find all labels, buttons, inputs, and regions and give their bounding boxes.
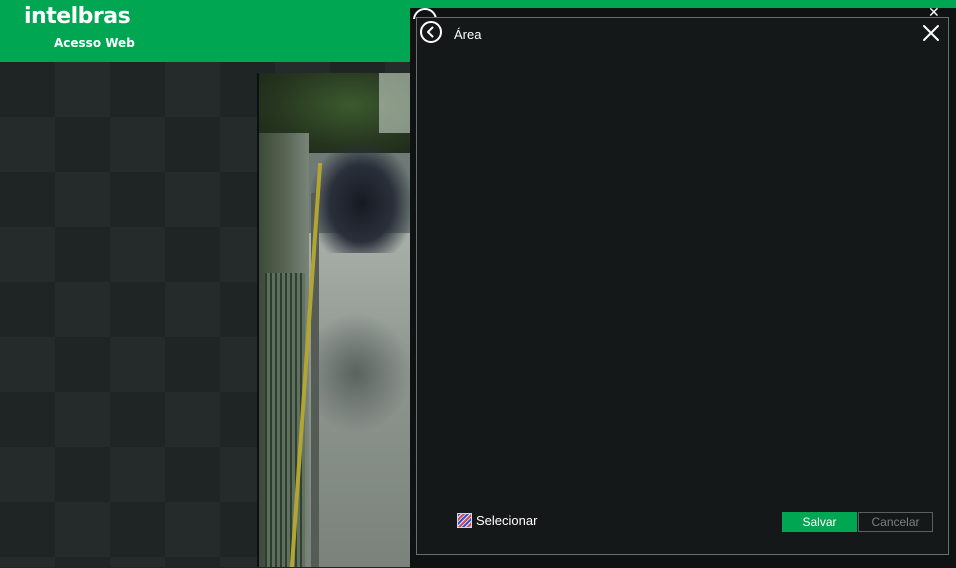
area-select-icon bbox=[457, 512, 472, 528]
cancel-button[interactable]: Cancelar bbox=[858, 512, 933, 532]
camera-fence bbox=[265, 273, 305, 567]
brand-subtitle: Acesso Web bbox=[54, 36, 135, 50]
save-button[interactable]: Salvar bbox=[782, 512, 857, 532]
area-dialog: Área Selecionar Salvar Cancelar bbox=[416, 17, 949, 555]
brand-logo: intelbras bbox=[24, 4, 131, 29]
chevron-left-circle-icon[interactable] bbox=[420, 21, 442, 43]
close-icon[interactable] bbox=[922, 24, 940, 42]
select-area-option[interactable]: Selecionar bbox=[457, 511, 537, 529]
camera-motorcycles bbox=[311, 143, 412, 253]
camera-feed bbox=[257, 73, 412, 567]
dialog-title: Área bbox=[454, 27, 482, 42]
camera-shadow bbox=[319, 313, 412, 433]
select-label: Selecionar bbox=[476, 512, 538, 528]
camera-sky bbox=[379, 73, 412, 133]
underlying-close-icon: ✕ bbox=[928, 4, 940, 20]
